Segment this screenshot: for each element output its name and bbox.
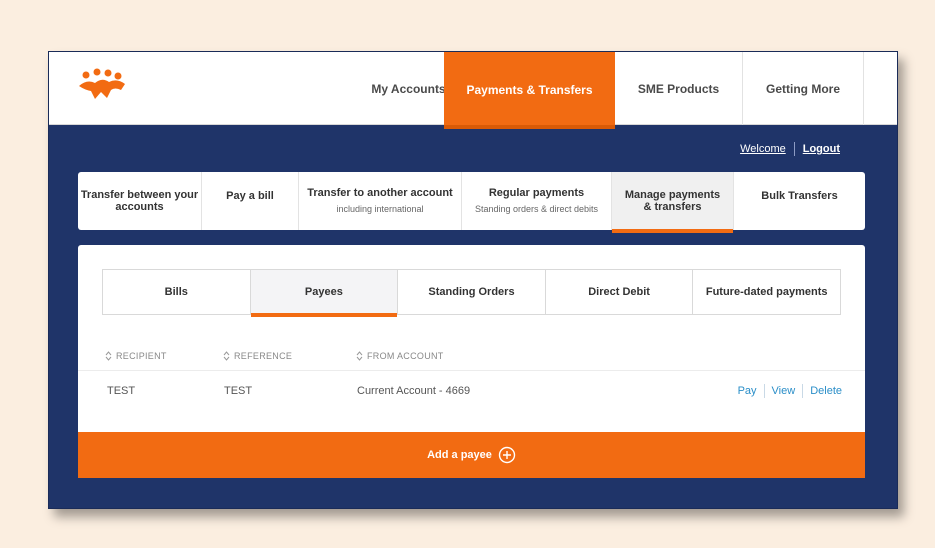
divider xyxy=(802,384,804,398)
logout-link[interactable]: Logout xyxy=(803,143,840,155)
add-payee-button[interactable]: Add a payee xyxy=(78,432,865,478)
subnav-label: Transfer between your accounts xyxy=(80,189,199,213)
cell-reference: TEST xyxy=(224,385,253,397)
row-actions: Pay View Delete xyxy=(738,384,842,398)
subnav-label: Transfer to another account xyxy=(307,187,453,199)
welcome-link[interactable]: Welcome xyxy=(740,143,786,155)
tab-direct-debit[interactable]: Direct Debit xyxy=(546,270,694,314)
subnav-label: Bulk Transfers xyxy=(761,190,838,202)
subnav-label: Manage payments & transfers xyxy=(624,189,721,213)
sort-icon xyxy=(223,351,230,361)
topnav-getting-more[interactable]: Getting More xyxy=(743,52,864,125)
column-header-reference[interactable]: REFERENCE xyxy=(223,351,292,361)
delete-link[interactable]: Delete xyxy=(810,385,842,397)
view-link[interactable]: View xyxy=(772,385,796,397)
tab-future-dated-payments[interactable]: Future-dated payments xyxy=(693,270,840,314)
cell-recipient: TEST xyxy=(107,385,136,397)
topnav-payments-transfers[interactable]: Payments & Transfers xyxy=(444,52,615,129)
tab-payees[interactable]: Payees xyxy=(250,270,399,317)
cell-from-account: Current Account - 4669 xyxy=(357,385,471,397)
column-header-from-account[interactable]: FROM ACCOUNT xyxy=(356,351,444,361)
sort-icon xyxy=(356,351,363,361)
subnav-regular-payments[interactable]: Regular payments Standing orders & direc… xyxy=(462,172,612,230)
subnav-label: Pay a bill xyxy=(226,190,274,202)
people-group-logo[interactable] xyxy=(77,68,127,102)
column-header-recipient[interactable]: RECIPIENT xyxy=(105,351,167,361)
payments-subnav: Transfer between your accounts Pay a bil… xyxy=(78,172,865,233)
subnav-transfer-between-accounts[interactable]: Transfer between your accounts xyxy=(78,172,202,230)
subnav-label: Regular payments xyxy=(488,187,585,199)
subnav-sublabel: Standing orders & direct debits xyxy=(474,204,599,214)
app-window: My Accounts Payments & Transfers SME Pro… xyxy=(48,51,898,509)
divider xyxy=(793,142,795,156)
table-divider xyxy=(78,370,865,371)
subnav-sublabel: including international xyxy=(336,204,424,214)
add-payee-label: Add a payee xyxy=(427,449,492,461)
subnav-manage-payments[interactable]: Manage payments & transfers xyxy=(612,172,734,233)
plus-circle-icon xyxy=(498,446,516,464)
subnav-pay-a-bill[interactable]: Pay a bill xyxy=(202,172,299,230)
column-header-label: RECIPIENT xyxy=(116,351,167,361)
welcome-area: Welcome Logout xyxy=(740,142,840,156)
topnav-sme-products[interactable]: SME Products xyxy=(615,52,743,125)
payment-type-tabs: Bills Payees Standing Orders Direct Debi… xyxy=(102,269,841,317)
subnav-bulk-transfers[interactable]: Bulk Transfers xyxy=(734,172,865,230)
tab-bills[interactable]: Bills xyxy=(103,270,251,314)
column-header-label: FROM ACCOUNT xyxy=(367,351,444,361)
divider xyxy=(763,384,765,398)
tab-standing-orders[interactable]: Standing Orders xyxy=(398,270,546,314)
column-header-label: REFERENCE xyxy=(234,351,293,361)
sort-icon xyxy=(105,351,112,361)
top-navigation-bar: My Accounts Payments & Transfers SME Pro… xyxy=(49,52,897,129)
subnav-transfer-to-another-account[interactable]: Transfer to another account including in… xyxy=(299,172,462,230)
pay-link[interactable]: Pay xyxy=(738,385,757,397)
